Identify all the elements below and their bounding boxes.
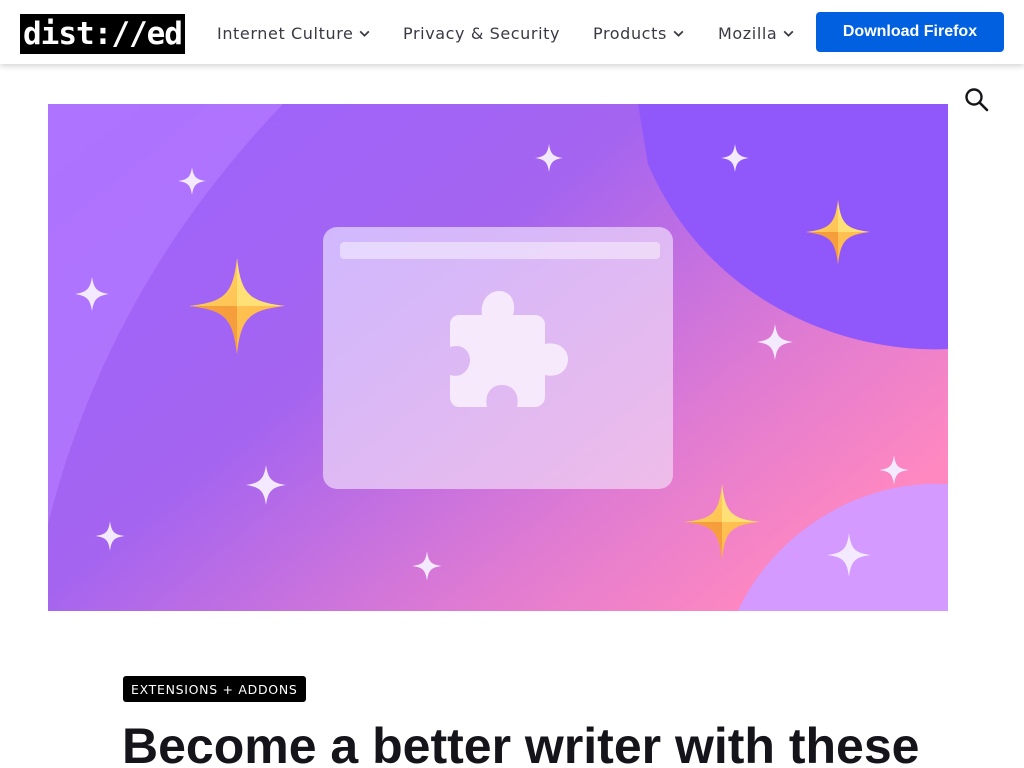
download-firefox-button[interactable]: Download Firefox bbox=[816, 12, 1004, 52]
nav-internet-culture[interactable]: Internet Culture bbox=[217, 21, 371, 45]
chevron-down-icon bbox=[360, 30, 370, 37]
nav-label: Internet Culture bbox=[217, 23, 354, 43]
site-header: dist://ed Internet Culture Privacy & Sec… bbox=[0, 0, 1024, 64]
nav-label: Privacy & Security bbox=[403, 23, 561, 43]
nav-products[interactable]: Products bbox=[593, 21, 685, 45]
chevron-down-icon bbox=[673, 30, 684, 37]
search-icon bbox=[965, 88, 989, 112]
nav-privacy-security[interactable]: Privacy & Security bbox=[403, 21, 560, 45]
nav-mozilla[interactable]: Mozilla bbox=[718, 21, 795, 45]
hero-image bbox=[48, 104, 948, 611]
nav-label: Mozilla bbox=[718, 23, 778, 43]
site-logo[interactable]: dist://ed bbox=[20, 14, 185, 54]
search-button[interactable] bbox=[962, 86, 992, 116]
nav-label: Products bbox=[593, 23, 667, 43]
chevron-down-icon bbox=[783, 30, 794, 37]
article-title: Become a better writer with these bbox=[122, 718, 920, 768]
category-tag[interactable]: EXTENSIONS + ADDONS bbox=[123, 676, 306, 702]
